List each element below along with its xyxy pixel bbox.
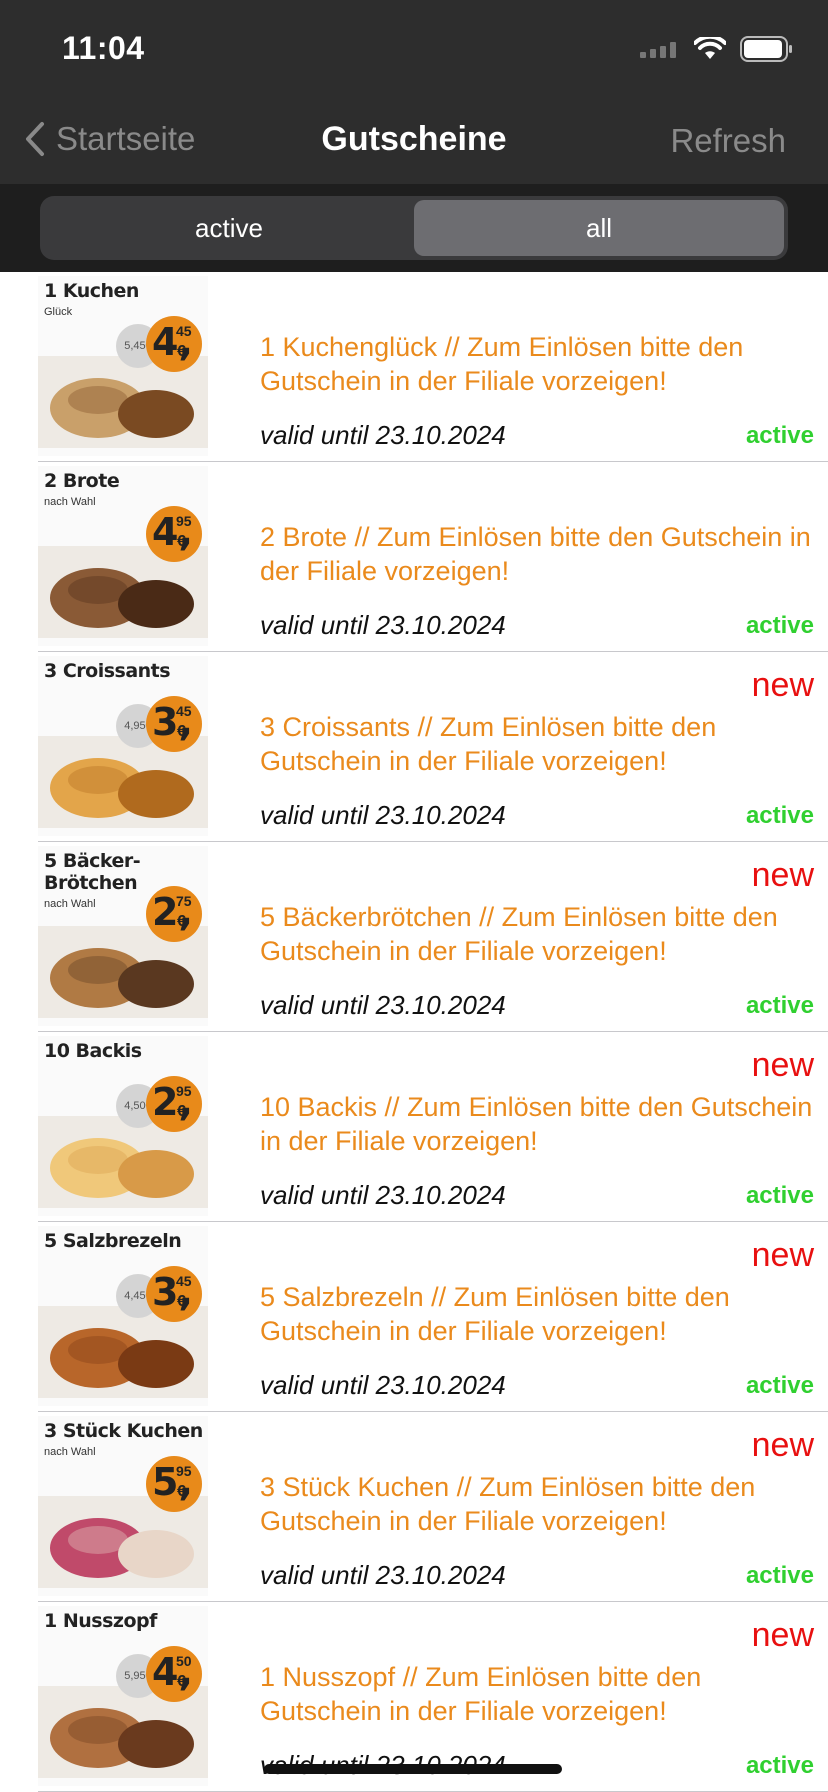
coupon-image: 5 Bäcker-Brötchen nach Wahl 2, 75 € — [38, 846, 208, 1026]
coupon-image-subtitle: Glück — [44, 306, 73, 318]
coupon-description: 5 Salzbrezeln // Zum Einlösen bitte den … — [260, 1282, 730, 1346]
coupon-image: 3 Stück Kuchen nach Wahl 5, 95 € — [38, 1416, 208, 1596]
status-bar: 11:04 — [0, 0, 828, 100]
coupon-image-title: 5 Salzbrezeln — [44, 1230, 182, 1252]
price-cents: 50 — [176, 1653, 192, 1669]
coupon-valid-until: valid until 23.10.2024 — [260, 1560, 506, 1590]
euro-sign-icon: € — [177, 1293, 186, 1310]
new-badge: new — [751, 1236, 814, 1274]
price-badge: 2, 75 € — [146, 886, 202, 942]
navigation-bar: Startseite Gutscheine Refresh — [0, 100, 828, 184]
coupon-description: 3 Stück Kuchen // Zum Einlösen bitte den… — [260, 1472, 756, 1536]
price-badge: 4, 50 € — [146, 1646, 202, 1702]
euro-sign-icon: € — [177, 1483, 186, 1500]
coupon-row[interactable]: 5 Bäcker-Brötchen nach Wahl 2, 75 € new … — [38, 842, 828, 1032]
coupon-row[interactable]: 10 Backis 4,50€ 2, 95 € new 10 Backis //… — [38, 1032, 828, 1222]
coupon-list: 1 Kuchen Glück 5,45€ 4, 45 € 1 Kuchenglü… — [0, 272, 828, 1792]
signal-icon — [640, 42, 676, 58]
price-badge: 4, 45 € — [146, 316, 202, 372]
coupon-valid-until: valid until 23.10.2024 — [260, 800, 506, 830]
coupon-image-title: 3 Stück Kuchen — [44, 1420, 203, 1442]
coupon-image-subtitle: nach Wahl — [44, 1446, 96, 1458]
price-cents: 95 — [176, 1463, 192, 1479]
coupon-image: 5 Salzbrezeln 4,45€ 3, 45 € — [38, 1226, 208, 1406]
new-badge: new — [751, 1426, 814, 1464]
new-badge: new — [751, 1046, 814, 1084]
price-cents: 45 — [176, 703, 192, 719]
price-badge: 5, 95 € — [146, 1456, 202, 1512]
coupon-row[interactable]: 3 Stück Kuchen nach Wahl 5, 95 € new 3 S… — [38, 1412, 828, 1602]
segmented-control: active all — [40, 196, 788, 260]
coupon-status: active — [745, 802, 814, 829]
price-badge: 2, 95 € — [146, 1076, 202, 1132]
coupon-image: 2 Brote nach Wahl 4, 95 € — [38, 466, 208, 646]
coupon-description: 2 Brote // Zum Einlösen bitte den Gutsch… — [260, 522, 811, 586]
coupon-valid-until: valid until 23.10.2024 — [260, 610, 506, 640]
coupon-status: active — [745, 422, 814, 449]
coupon-valid-until: valid until 23.10.2024 — [260, 990, 506, 1020]
euro-sign-icon: € — [177, 343, 186, 360]
coupon-description: 5 Bäckerbrötchen // Zum Einlösen bitte d… — [260, 902, 778, 966]
coupon-status: active — [745, 1562, 814, 1589]
price-cents: 95 — [176, 513, 192, 529]
coupon-row[interactable]: 3 Croissants 4,95€ 3, 45 € new 3 Croissa… — [38, 652, 828, 842]
filter-bar: active all — [0, 184, 828, 272]
segment-all[interactable]: all — [414, 200, 784, 256]
coupon-image-title: 3 Croissants — [44, 660, 171, 682]
coupon-image: 3 Croissants 4,95€ 3, 45 € — [38, 656, 208, 836]
coupon-description: 3 Croissants // Zum Einlösen bitte den G… — [260, 712, 717, 776]
coupon-row[interactable]: 2 Brote nach Wahl 4, 95 € 2 Brote // Zum… — [38, 462, 828, 652]
euro-sign-icon: € — [177, 1673, 186, 1690]
coupon-description: 1 Kuchenglück // Zum Einlösen bitte den … — [260, 332, 744, 396]
coupon-image-title: 1 Nusszopf — [44, 1610, 157, 1632]
price-badge: 3, 45 € — [146, 696, 202, 752]
new-badge: new — [751, 856, 814, 894]
coupon-description: 10 Backis // Zum Einlösen bitte den Guts… — [260, 1092, 813, 1156]
price-cents: 45 — [176, 323, 192, 339]
coupon-valid-until: valid until 23.10.2024 — [260, 1180, 506, 1210]
home-indicator — [264, 1764, 562, 1774]
segment-active[interactable]: active — [44, 200, 414, 256]
euro-sign-icon: € — [177, 1103, 186, 1120]
price-badge: 3, 45 € — [146, 1266, 202, 1322]
new-badge: new — [751, 1616, 814, 1654]
euro-sign-icon: € — [177, 913, 186, 930]
coupon-description: 1 Nusszopf // Zum Einlösen bitte den Gut… — [260, 1662, 702, 1726]
coupon-row[interactable]: 5 Salzbrezeln 4,45€ 3, 45 € new 5 Salzbr… — [38, 1222, 828, 1412]
euro-sign-icon: € — [177, 723, 186, 740]
coupon-image: 1 Kuchen Glück 5,45€ 4, 45 € — [38, 276, 208, 456]
coupon-image-title: 2 Brote — [44, 470, 120, 492]
coupon-image-title: 10 Backis — [44, 1040, 142, 1062]
coupon-image-title: 1 Kuchen — [44, 280, 139, 302]
coupon-valid-until: valid until 23.10.2024 — [260, 1370, 506, 1400]
coupon-status: active — [745, 1372, 814, 1399]
coupon-row[interactable]: 1 Kuchen Glück 5,45€ 4, 45 € 1 Kuchenglü… — [38, 272, 828, 462]
price-cents: 45 — [176, 1273, 192, 1289]
new-badge: new — [751, 666, 814, 704]
price-cents: 95 — [176, 1083, 192, 1099]
price-badge: 4, 95 € — [146, 506, 202, 562]
price-cents: 75 — [176, 893, 192, 909]
battery-icon — [740, 36, 792, 62]
coupon-status: active — [745, 612, 814, 639]
coupon-valid-until: valid until 23.10.2024 — [260, 420, 506, 450]
coupon-image-subtitle: nach Wahl — [44, 496, 96, 508]
euro-sign-icon: € — [177, 533, 186, 550]
coupon-status: active — [745, 992, 814, 1019]
refresh-button[interactable]: Refresh — [670, 122, 786, 160]
wifi-icon — [694, 37, 726, 59]
coupon-status: active — [745, 1752, 814, 1779]
coupon-status: active — [745, 1182, 814, 1209]
coupon-image-subtitle: nach Wahl — [44, 898, 96, 910]
status-time: 11:04 — [62, 30, 145, 66]
coupon-image: 10 Backis 4,50€ 2, 95 € — [38, 1036, 208, 1216]
status-icons — [640, 36, 794, 62]
coupon-image: 1 Nusszopf 5,95€ 4, 50 € — [38, 1606, 208, 1786]
